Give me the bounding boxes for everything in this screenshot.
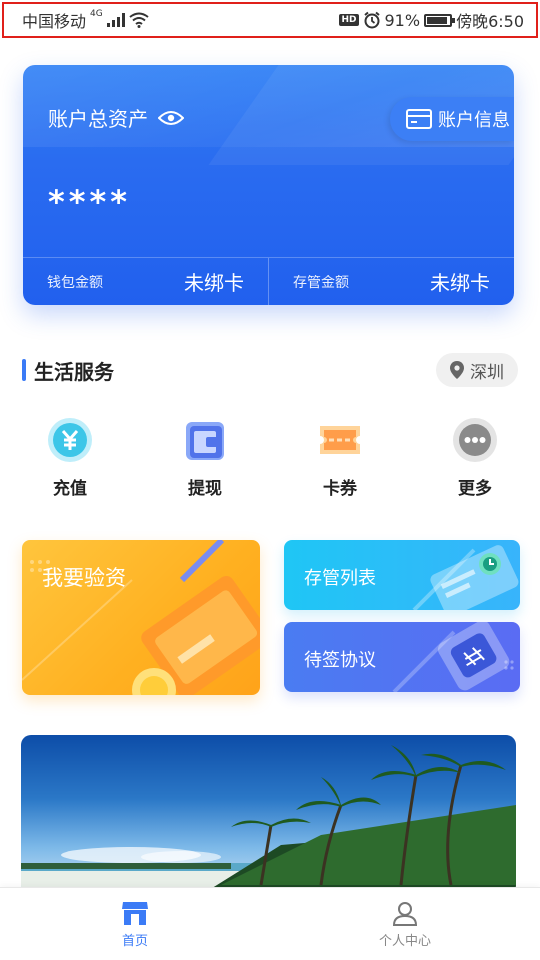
service-more[interactable]: 更多 (410, 416, 540, 499)
service-coupons[interactable]: 卡券 (275, 416, 405, 499)
pending-agreements-card[interactable]: 待签协议 (284, 622, 520, 692)
asset-title-row: 账户总资产 (48, 103, 184, 132)
promo-banner[interactable] (21, 735, 516, 895)
custody-value: 未绑卡 (430, 271, 490, 295)
hd-icon: HD (339, 14, 359, 26)
battery-percent: 91% (384, 10, 421, 30)
nav-profile-label: 个人中心 (378, 933, 431, 949)
pending-agreements-title: 待签协议 (304, 650, 376, 671)
status-bar: 中国移动 4G HD 91% 傍晚6:50 (2, 2, 538, 38)
account-info-button[interactable]: 账户信息 (390, 97, 514, 141)
asset-title: 账户总资产 (48, 107, 148, 131)
city-selector[interactable]: 深圳 (436, 353, 518, 387)
eye-icon[interactable] (158, 110, 184, 126)
bottom-navigation: 首页 个人中心 (0, 887, 540, 960)
status-right: HD 91% 傍晚6:50 (339, 8, 524, 32)
beach-palm-image (21, 745, 516, 895)
battery-icon (424, 13, 456, 27)
section-title: 生活服务 (22, 356, 114, 385)
custody-balance[interactable]: 存管金额 未绑卡 (268, 258, 514, 305)
yuan-coin-icon (48, 418, 92, 462)
home-store-icon (122, 901, 148, 925)
clock-time: 傍晚6:50 (456, 12, 524, 31)
nav-profile[interactable]: 个人中心 (270, 888, 540, 960)
service-recharge[interactable]: 充值 (5, 416, 135, 499)
network-type: 4G (90, 9, 103, 19)
total-assets-card[interactable]: 账户总资产 账户信息 **** 钱包金额 未绑卡 存管金额 未绑卡 (23, 65, 514, 305)
service-label: 提现 (188, 479, 222, 499)
asset-breakdown: 钱包金额 未绑卡 存管金额 未绑卡 (23, 257, 514, 305)
more-icon (453, 418, 497, 462)
service-withdraw[interactable]: 提现 (140, 416, 270, 499)
location-pin-icon (450, 361, 464, 379)
signal-icon (106, 13, 125, 27)
nav-home-label: 首页 (121, 933, 148, 949)
service-label: 充值 (53, 479, 87, 499)
nav-home[interactable]: 首页 (0, 888, 270, 960)
coupon-icon (320, 426, 360, 454)
asset-amount: **** (48, 183, 131, 221)
life-service-header: 生活服务 深圳 (22, 352, 518, 388)
custody-list-title: 存管列表 (304, 568, 376, 589)
city-name: 深圳 (470, 362, 504, 383)
card-icon (406, 109, 432, 129)
verify-funds-card[interactable]: 我要验资 (22, 540, 260, 695)
service-label: 卡券 (323, 479, 357, 499)
service-label: 更多 (458, 479, 492, 499)
wallet-label: 钱包金额 (47, 274, 103, 291)
custody-list-card[interactable]: 存管列表 (284, 540, 520, 610)
user-icon (392, 901, 418, 926)
carrier-name: 中国移动 (22, 12, 87, 31)
wallet-icon (186, 422, 224, 460)
status-left: 中国移动 4G (22, 8, 149, 32)
wallet-value: 未绑卡 (184, 271, 244, 295)
service-grid: 充值 提现 卡券 更多 (0, 416, 540, 499)
account-info-label: 账户信息 (438, 110, 510, 131)
custody-label: 存管金额 (293, 274, 349, 291)
wallet-balance[interactable]: 钱包金额 未绑卡 (23, 258, 268, 305)
alarm-icon (363, 11, 380, 29)
wifi-icon (129, 12, 149, 28)
verify-funds-title: 我要验资 (42, 566, 126, 590)
